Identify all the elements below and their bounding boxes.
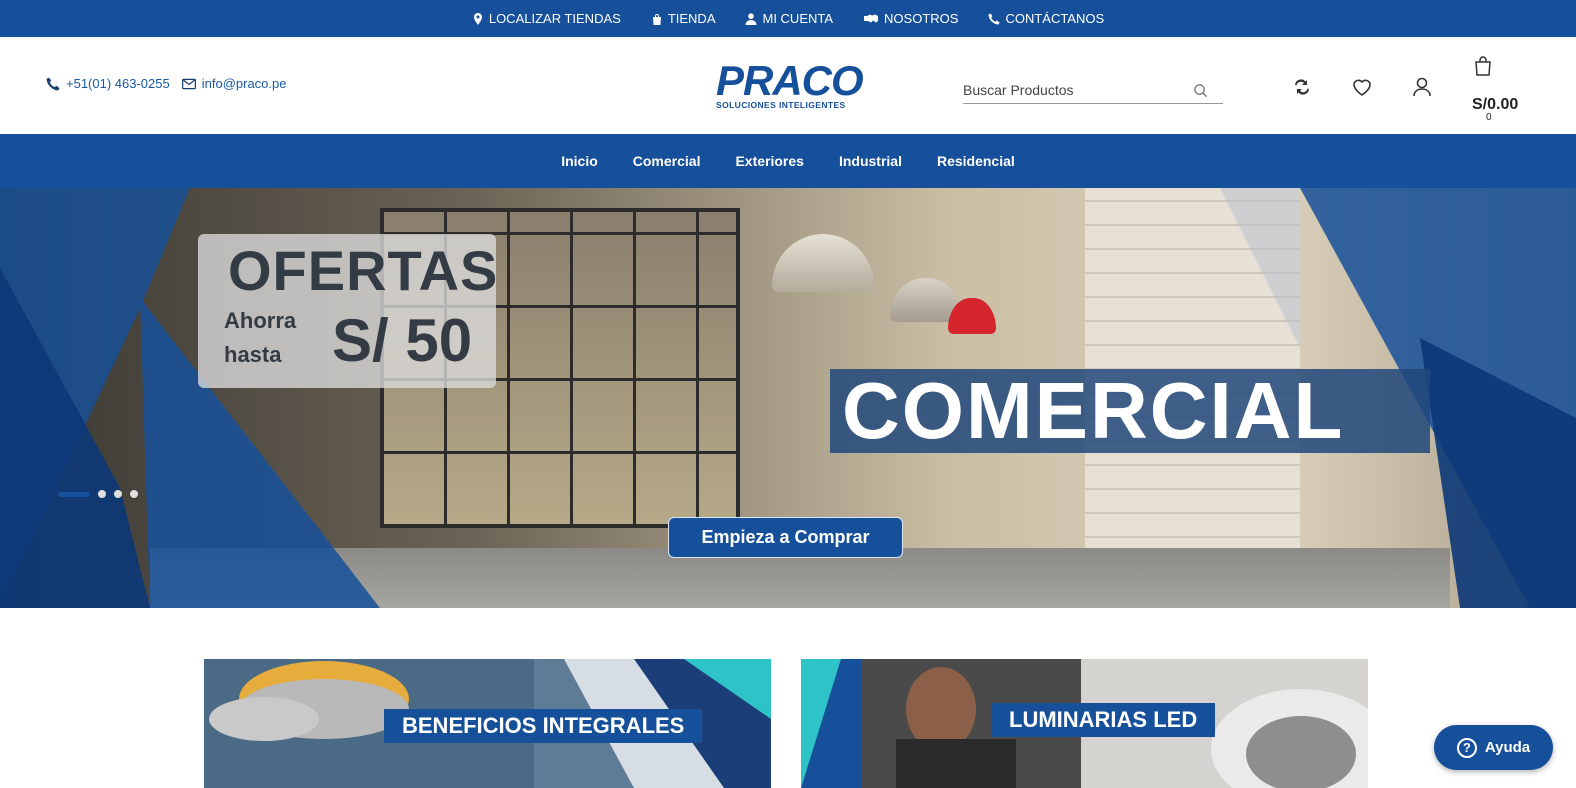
site-header: +51(01) 463-0255 info@praco.pe PRACO SOL… [0,37,1576,134]
slider-dot[interactable] [114,490,122,498]
logo-wordmark: PRACO [716,57,864,104]
user-icon [1413,77,1431,97]
search-icon[interactable] [1193,83,1208,98]
offer-box: OFERTAS Ahorra hasta S/ 50 [198,234,499,388]
logo-tagline: SOLUCIONES INTELIGENTES [716,100,846,110]
slider-dot[interactable] [130,490,138,498]
phone-contact[interactable]: +51(01) 463-0255 [46,76,170,91]
search-box [963,77,1223,104]
banner-beneficios[interactable]: BENEFICIOS INTEGRALES [204,659,771,788]
nav-item-industrial[interactable]: Industrial [839,153,902,169]
my-account-label: MI CUENTA [762,11,834,26]
heart-icon [1353,79,1371,96]
phone-number: +51(01) 463-0255 [66,76,170,91]
map-pin-icon [473,12,482,25]
offer-title: OFERTAS [228,239,499,302]
banner-label: LUMINARIAS LED [991,703,1216,737]
hero-headline: COMERCIAL [842,366,1345,455]
find-stores-label: LOCALIZAR TIENDAS [488,11,621,26]
cart-button[interactable]: S/0.00 0 [1470,56,1530,126]
help-label: Ayuda [1484,739,1531,756]
phone-icon [46,77,60,90]
help-button[interactable]: ? Ayuda [1434,725,1553,770]
main-nav: Inicio Comercial Exteriores Industrial R… [0,134,1576,188]
my-account-link[interactable]: MI CUENTA [745,11,833,26]
store-link[interactable]: TIENDA [651,11,716,26]
find-stores-link[interactable]: LOCALIZAR TIENDAS [472,11,621,26]
slider-pagination [58,490,138,498]
hero-slider: OFERTAS Ahorra hasta S/ 50 COMERCIAL Emp… [0,188,1576,608]
about-us-label: NOSOTROS [884,11,959,26]
nav-item-residencial[interactable]: Residencial [937,153,1015,169]
question-icon: ? [1456,737,1477,758]
search-input[interactable] [963,82,1193,98]
cart-total: S/0.00 [1472,96,1519,113]
compare-arrows-icon [1295,79,1309,95]
slider-dot-active[interactable] [58,491,90,497]
user-icon [745,12,757,25]
account-button[interactable] [1411,76,1433,98]
offer-amount: S/ 50 [332,307,473,374]
envelope-icon [181,78,196,89]
nav-item-inicio[interactable]: Inicio [561,153,598,169]
slider-dot[interactable] [98,490,106,498]
cart-count: 0 [1486,112,1492,123]
praco-logo[interactable]: PRACO SOLUCIONES INTELIGENTES [716,57,868,111]
about-us-link[interactable]: NOSOTROS [863,11,958,26]
contact-label: CONTÁCTANOS [1005,11,1105,26]
start-shopping-button[interactable]: Empieza a Comprar [668,517,903,558]
top-utility-bar: LOCALIZAR TIENDAS TIENDA MI CUENTA NOSOT… [0,0,1576,37]
handshake-icon [864,14,879,22]
wishlist-button[interactable] [1351,76,1373,98]
contact-info: +51(01) 463-0255 info@praco.pe [46,76,286,91]
compare-button[interactable] [1291,76,1313,98]
shopping-bag-icon [1475,56,1491,76]
shopping-bag-icon [652,13,661,25]
banner-label: BENEFICIOS INTEGRALES [384,709,703,743]
offer-subtitle: Ahorra hasta [224,308,297,367]
nav-item-exteriores[interactable]: Exteriores [735,153,803,169]
email-address: info@praco.pe [201,76,287,91]
email-contact[interactable]: info@praco.pe [181,76,287,91]
nav-item-comercial[interactable]: Comercial [633,153,701,169]
phone-icon [988,13,1000,24]
contact-link[interactable]: CONTÁCTANOS [988,11,1104,26]
banner-luminarias[interactable]: LUMINARIAS LED [801,659,1368,788]
store-label: TIENDA [667,11,716,26]
